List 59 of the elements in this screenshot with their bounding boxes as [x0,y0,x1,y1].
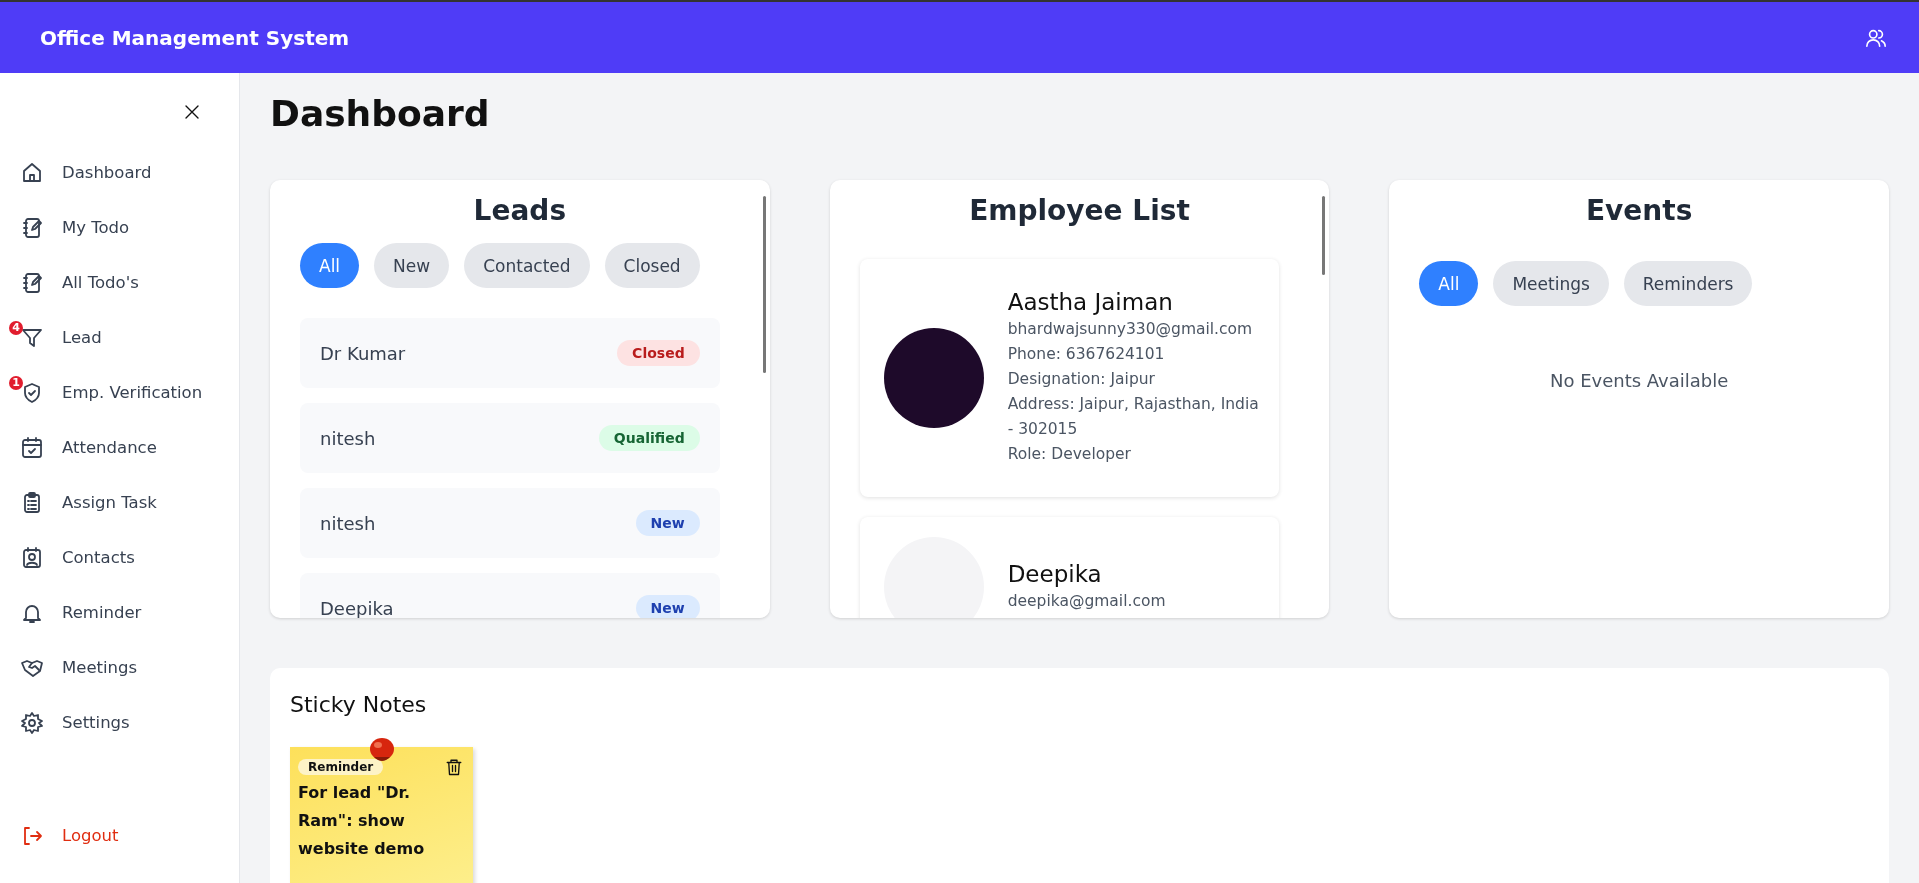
status-badge: Closed [617,340,700,366]
lead-row[interactable]: nitesh Qualified [300,403,720,473]
filter-tab[interactable]: Meetings [1493,261,1609,306]
status-badge: Qualified [598,425,700,451]
card-title: Leads [472,194,568,227]
sidebar-item[interactable]: Meetings [0,640,239,695]
filter-tab[interactable]: Contacted [464,243,590,288]
filter-tab[interactable]: Closed [604,243,700,288]
home-icon [20,160,44,185]
count-badge: 4 [9,320,23,335]
section-title: Sticky Notes [290,692,428,717]
delete-button[interactable] [445,757,463,777]
close-icon [183,103,201,121]
trash-icon [445,757,463,777]
sidebar-item[interactable]: Attendance [0,420,239,475]
note-text: For lead "Dr. Ram": show website demo [298,782,426,860]
lead-name: Dr Kumar [320,342,406,364]
lead-name: nitesh [320,427,376,449]
employee-detail: Role: Developer [1007,444,1132,465]
status-badge: New [635,510,700,536]
notebook-icon [20,215,44,240]
sidebar-item[interactable]: 1 Emp. Verification [0,365,239,420]
sidebar-item[interactable]: Settings [0,695,239,750]
filter-tab[interactable]: New [374,243,450,288]
settings-icon [20,710,44,735]
calendar-icon [20,435,44,460]
sidebar-item[interactable]: Assign Task [0,475,239,530]
logout-link[interactable]: Logout [0,808,239,863]
employee-detail: bhardwajsunny330@gmail.com [1007,319,1254,340]
lead-name: nitesh [320,512,376,534]
app-title: Office Management System [40,25,350,50]
status-badge: New [635,595,700,618]
employee-name: Aastha Jaiman [1007,289,1174,315]
filter-tab[interactable]: All [300,243,360,288]
empty-message: No Events Available [1549,370,1730,391]
employee-detail: Designation: Jaipur [1007,369,1156,390]
note-tag: Reminder [298,759,384,775]
employee-detail: deepika@gmail.com [1007,590,1166,612]
notebook-icon [20,270,44,295]
card-title: Events [1584,194,1694,227]
sidebar-item[interactable]: 4 Lead [0,310,239,365]
sidebar-item[interactable]: My Todo [0,200,239,255]
contact-card-icon [20,545,44,570]
filter-tab[interactable]: Reminders [1623,261,1753,306]
employee-detail: Phone: 6367624101 [1007,344,1166,365]
sidebar-item[interactable]: Contacts [0,530,239,585]
sidebar-item[interactable]: All Todo's [0,255,239,310]
lead-row[interactable]: Dr Kumar Closed [300,318,720,388]
filter-tab[interactable]: All [1419,261,1479,306]
lead-name: Deepika [320,597,394,618]
lead-row[interactable]: nitesh New [300,488,720,558]
card-title: Employee List [968,194,1191,227]
sidebar-item[interactable]: Dashboard [0,145,239,200]
count-badge: 1 [9,375,23,390]
employee-detail: Address: Jaipur, Rajasthan, India - 302015 [1007,394,1260,440]
lead-row[interactable]: Deepika New [300,573,720,618]
page-title: Dashboard [270,93,491,134]
employee-name: Deepika [1007,560,1103,587]
sidebar-item[interactable]: Reminder [0,585,239,640]
